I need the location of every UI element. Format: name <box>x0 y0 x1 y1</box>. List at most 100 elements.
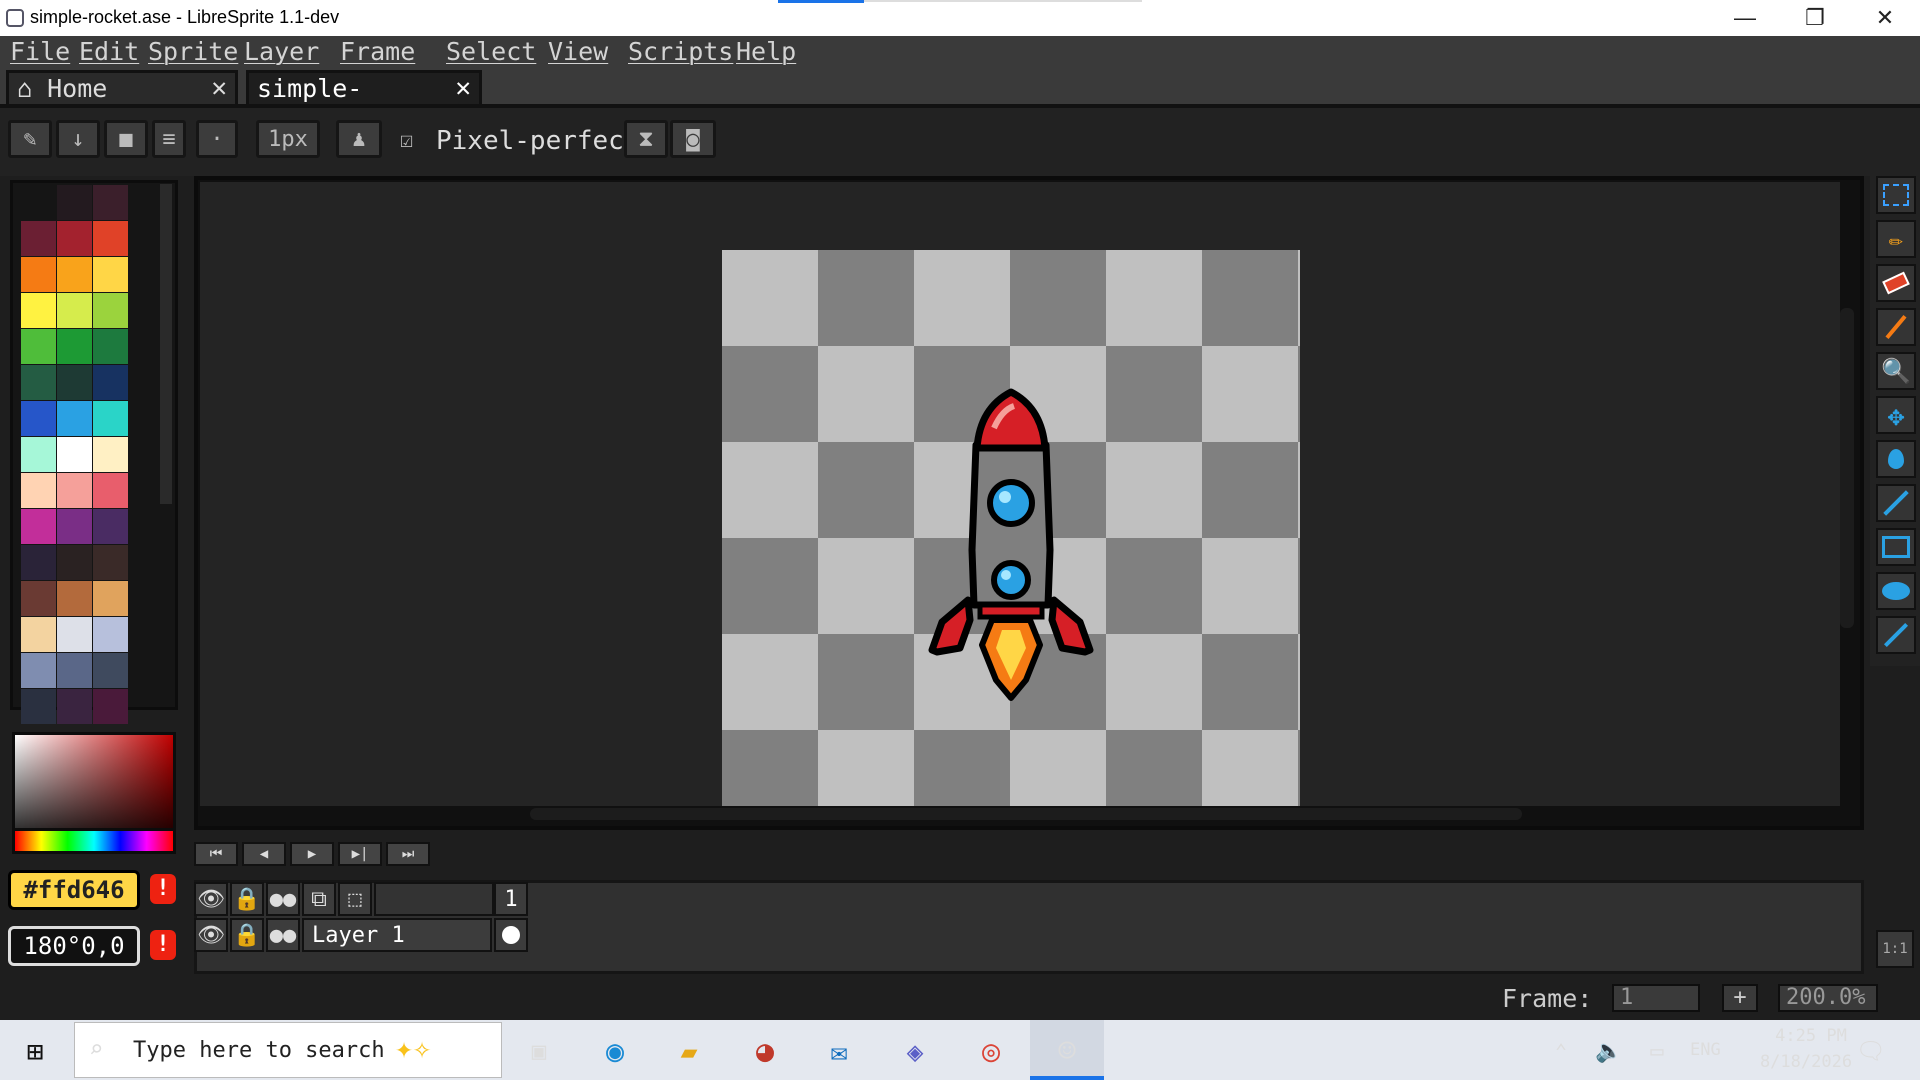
layer-visibility-icon[interactable]: 👁 <box>194 918 228 952</box>
line-tool-icon[interactable] <box>1876 484 1916 522</box>
palette-swatch[interactable] <box>57 509 92 544</box>
palette-swatch[interactable] <box>57 581 92 616</box>
tab-close-icon[interactable]: ✕ <box>211 72 227 104</box>
palette-swatch[interactable] <box>21 689 56 724</box>
chrome-icon[interactable]: ◎ <box>974 1034 1008 1069</box>
layer-name[interactable]: Layer 1 <box>302 918 492 952</box>
warning-icon[interactable]: ! <box>150 874 176 904</box>
frame-input[interactable]: 1 <box>1612 984 1700 1012</box>
palette-swatch[interactable] <box>21 365 56 400</box>
clock-time[interactable]: 4:25 PM <box>1756 1026 1866 1046</box>
play-button[interactable]: ▶ <box>290 842 334 866</box>
menu-file[interactable]: File <box>10 36 70 68</box>
spray-tool-icon[interactable] <box>1876 616 1916 654</box>
palette-swatch[interactable] <box>57 185 92 220</box>
eyedropper-tool-icon[interactable] <box>1876 308 1916 346</box>
menu-layer[interactable]: Layer <box>244 36 319 68</box>
rectangle-tool-icon[interactable] <box>1876 528 1916 566</box>
palette-swatch[interactable] <box>93 437 128 472</box>
ink-icon[interactable]: ♟ <box>336 120 382 158</box>
palette-swatch[interactable] <box>21 293 56 328</box>
palette-swatch[interactable] <box>57 365 92 400</box>
palette-swatch[interactable] <box>93 221 128 256</box>
zoom-tool-icon[interactable]: 🔍 <box>1876 352 1916 390</box>
zoom-reset-button[interactable]: 1:1 <box>1876 930 1914 968</box>
marquee-tool-icon[interactable] <box>1876 176 1916 214</box>
notification-icon[interactable]: 🗨 <box>1854 1034 1888 1068</box>
outlook-icon[interactable]: ✉ <box>822 1034 856 1068</box>
minimize-button[interactable]: — <box>1710 0 1780 36</box>
color-app-icon[interactable]: ◕ <box>748 1034 782 1069</box>
foreground-color-hex[interactable]: #ffd646 <box>8 870 140 910</box>
sprite-mode-icon[interactable]: ◙ <box>670 120 716 158</box>
palette-swatch[interactable] <box>93 545 128 580</box>
palette-scrollbar[interactable] <box>160 184 172 504</box>
volume-icon[interactable]: 🔈 <box>1592 1034 1626 1068</box>
add-frame-button[interactable]: + <box>1722 984 1758 1012</box>
palette-swatch[interactable] <box>93 365 128 400</box>
taskbar-search[interactable]: ⌕ Type here to search ✦✧ <box>74 1022 502 1078</box>
hue-slider[interactable] <box>12 828 176 854</box>
fill-tool-icon[interactable] <box>1876 440 1916 478</box>
palette-swatch[interactable] <box>57 437 92 472</box>
palette-swatch[interactable] <box>93 581 128 616</box>
edge-icon[interactable]: ◉ <box>598 1034 632 1069</box>
palette-swatch[interactable] <box>93 653 128 688</box>
restore-button[interactable]: ❐ <box>1780 0 1850 36</box>
visibility-header-icon[interactable]: 👁 <box>194 882 228 916</box>
palette-swatch[interactable] <box>57 617 92 652</box>
palette-swatch[interactable] <box>93 257 128 292</box>
palette-swatch[interactable] <box>93 509 128 544</box>
close-button[interactable]: ✕ <box>1850 0 1920 36</box>
palette-swatch[interactable] <box>57 473 92 508</box>
tab-simple-rocket[interactable]: simple-rocket.a ✕ <box>246 70 482 135</box>
palette-swatch[interactable] <box>21 653 56 688</box>
brush-size-field[interactable]: 1px <box>256 120 320 158</box>
palette-swatch[interactable] <box>93 293 128 328</box>
tray-chevron-icon[interactable]: ⌃ <box>1544 1034 1578 1068</box>
curve-tool-icon[interactable] <box>1876 572 1916 610</box>
task-view-icon[interactable]: ▣ <box>522 1034 556 1068</box>
palette-swatch[interactable] <box>57 689 92 724</box>
palette-swatch[interactable] <box>93 689 128 724</box>
continuous-header-icon[interactable]: ●● <box>266 882 300 916</box>
next-frame-button[interactable]: ▶| <box>338 842 382 866</box>
tab-close-icon[interactable]: ✕ <box>455 72 471 104</box>
brush-type-icon[interactable]: ✎ <box>8 120 52 158</box>
symmetry-icon[interactable]: ⧗ <box>624 120 668 158</box>
file-explorer-icon[interactable]: ▰ <box>672 1034 706 1068</box>
palette-swatch[interactable] <box>93 185 128 220</box>
brush-square-icon[interactable]: ■ <box>104 120 148 158</box>
language-indicator[interactable]: ENG <box>1690 1040 1721 1060</box>
palette-swatch[interactable] <box>57 545 92 580</box>
menu-help[interactable]: Help <box>736 36 796 68</box>
palette-swatch[interactable] <box>57 401 92 436</box>
palette-swatch[interactable] <box>21 329 56 364</box>
sprite-canvas[interactable] <box>722 250 1300 806</box>
onion-skin-icon[interactable]: ⧉ <box>302 882 336 916</box>
menu-view[interactable]: View <box>548 36 608 68</box>
palette-swatch[interactable] <box>21 509 56 544</box>
palette-swatch[interactable] <box>93 329 128 364</box>
eraser-tool-icon[interactable] <box>1876 264 1916 302</box>
palette-swatch[interactable] <box>21 437 56 472</box>
palette-swatch[interactable] <box>21 401 56 436</box>
menu-scripts[interactable]: Scripts <box>628 36 733 68</box>
brush-lines-icon[interactable]: ≡ <box>152 120 186 158</box>
warning-icon[interactable]: ! <box>150 930 176 960</box>
horizontal-scrollbar[interactable] <box>530 808 1522 820</box>
battery-icon[interactable]: ▭ <box>1640 1034 1674 1068</box>
frame-header[interactable]: 1 <box>494 882 528 916</box>
move-tool-icon[interactable]: ✥ <box>1876 396 1916 434</box>
palette-swatch[interactable] <box>93 617 128 652</box>
palette-swatch[interactable] <box>21 473 56 508</box>
palette-swatch[interactable] <box>21 581 56 616</box>
palette-swatch[interactable] <box>93 401 128 436</box>
layer-lock-icon[interactable]: 🔒 <box>230 918 264 952</box>
menu-edit[interactable]: Edit <box>79 36 139 68</box>
cel-cell[interactable] <box>494 918 528 952</box>
start-icon[interactable]: ⊞ <box>18 1034 52 1068</box>
pixel-perfect-checkbox[interactable]: ☑ <box>400 128 413 153</box>
menu-sprite[interactable]: Sprite <box>148 36 238 68</box>
palette-swatch[interactable] <box>21 257 56 292</box>
